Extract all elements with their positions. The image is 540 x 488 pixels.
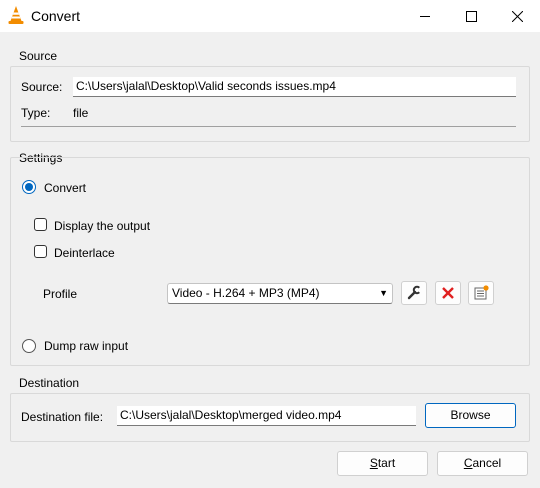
deinterlace-checkbox[interactable] <box>34 245 47 258</box>
chevron-down-icon: ▼ <box>379 288 388 298</box>
cancel-button[interactable]: Cancel <box>437 451 528 476</box>
new-profile-button[interactable] <box>468 281 494 305</box>
wrench-icon <box>407 285 422 300</box>
convert-radio[interactable] <box>22 180 36 194</box>
new-profile-icon <box>474 285 489 300</box>
destination-group-label: Destination <box>19 376 80 390</box>
title-bar: Convert <box>0 0 540 32</box>
profile-label: Profile <box>43 287 78 301</box>
delete-x-icon <box>442 287 454 299</box>
convert-label[interactable]: Convert <box>44 181 86 195</box>
delete-profile-button[interactable] <box>435 281 461 305</box>
type-value: file <box>73 106 89 120</box>
vlc-cone-icon <box>8 6 24 24</box>
profile-select-value: Video - H.264 + MP3 (MP4) <box>172 286 320 300</box>
edit-profile-button[interactable] <box>401 281 427 305</box>
start-mnemonic: S <box>369 456 378 470</box>
minimize-icon <box>420 16 430 17</box>
maximize-icon <box>465 10 477 22</box>
display-output-checkbox[interactable] <box>34 218 47 231</box>
maximize-button[interactable] <box>448 0 494 32</box>
minimize-button[interactable] <box>402 0 448 32</box>
profile-select[interactable]: Video - H.264 + MP3 (MP4) ▼ <box>167 283 393 304</box>
destination-file-label: Destination file: <box>21 410 104 424</box>
source-field[interactable]: C:\Users\jalal\Desktop\Valid seconds iss… <box>73 77 516 97</box>
start-label: tart <box>377 456 396 470</box>
cancel-label: ancel <box>472 456 502 470</box>
destination-file-field[interactable]: C:\Users\jalal\Desktop\merged video.mp4 <box>117 406 416 426</box>
settings-group <box>10 157 530 366</box>
deinterlace-label[interactable]: Deinterlace <box>54 246 115 260</box>
source-group-label: Source <box>19 49 58 63</box>
display-output-label[interactable]: Display the output <box>54 219 150 233</box>
browse-button[interactable]: Browse <box>425 403 516 428</box>
close-button[interactable] <box>494 0 540 32</box>
type-label: Type: <box>21 106 51 120</box>
window-title: Convert <box>31 8 81 24</box>
dump-raw-radio[interactable] <box>22 339 36 353</box>
source-label: Source: <box>21 80 63 94</box>
dump-raw-label[interactable]: Dump raw input <box>44 339 128 353</box>
close-icon <box>511 10 523 22</box>
start-button[interactable]: Start <box>337 451 428 476</box>
source-separator <box>21 126 516 127</box>
